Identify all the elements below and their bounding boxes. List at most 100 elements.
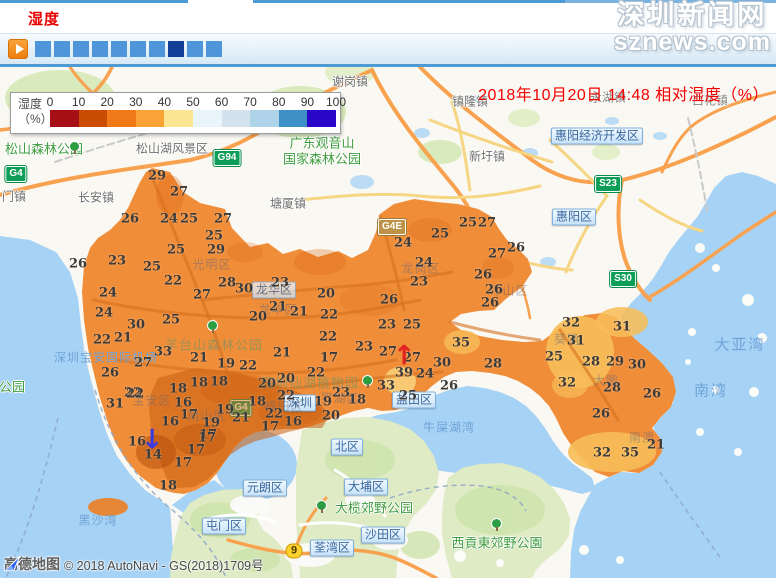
legend-tick: 30 <box>129 95 142 109</box>
humidity-value: 25 <box>167 243 185 258</box>
map-label-water-lg: 大亚湾 <box>714 334 765 355</box>
humidity-value: 32 <box>593 446 611 461</box>
legend-color-cell <box>193 110 222 127</box>
humidity-value: 24 <box>95 306 113 321</box>
map-copyright: © 2018 AutoNavi - GS(2018)1709号 <box>64 555 264 574</box>
map-canvas[interactable]: 松山湖风景区长安镇塘厦镇谢岗镇镇隆镇新圩镇永湖镇白花镇门镇松山森林公园广东观音山… <box>0 0 776 578</box>
humidity-value: 25 <box>459 216 477 231</box>
map-label-water: 黑沙湾 <box>78 512 117 529</box>
map-label-town: 长安镇 <box>78 189 114 206</box>
humidity-value: 20 <box>277 372 295 387</box>
humidity-value: 23 <box>355 340 373 355</box>
progress-segment-10[interactable] <box>206 41 222 57</box>
progress-segment-1[interactable] <box>35 41 51 57</box>
humidity-value: 30 <box>235 282 253 297</box>
humidity-value: 25 <box>162 313 180 328</box>
legend-color-cell <box>279 110 308 127</box>
humidity-value: 22 <box>126 387 144 402</box>
humidity-value: 27 <box>214 212 232 227</box>
humidity-value: 29 <box>606 355 624 370</box>
humidity-value: 17 <box>261 420 279 435</box>
progress-segment-7[interactable] <box>149 41 165 57</box>
weather-map-app: 松山湖风景区长安镇塘厦镇谢岗镇镇隆镇新圩镇永湖镇白花镇门镇松山森林公园广东观音山… <box>0 0 776 578</box>
humidity-value: 28 <box>582 355 600 370</box>
map-label-water: 牛屎湖湾 <box>423 419 475 436</box>
map-label-town: 松山湖风景区 <box>136 140 208 157</box>
humidity-value: 21 <box>647 438 665 453</box>
humidity-value: 21 <box>114 331 132 346</box>
map-label-park: 西貢東郊野公園 <box>451 533 542 552</box>
humidity-value: 26 <box>643 387 661 402</box>
header-topline <box>0 0 188 3</box>
header-topline <box>253 0 565 3</box>
page-title: 湿度 <box>28 8 60 29</box>
trend-arrow-up: ↑ <box>393 341 416 372</box>
humidity-value: 18 <box>348 393 366 408</box>
humidity-value: 30 <box>628 358 646 373</box>
humidity-value: 28 <box>484 357 502 372</box>
legend-color-cell <box>164 110 193 127</box>
humidity-value: 22 <box>320 308 338 323</box>
legend-tick: 100 <box>326 95 346 109</box>
humidity-value: 26 <box>507 241 525 256</box>
progress-segment-6[interactable] <box>130 41 146 57</box>
humidity-value: 19 <box>217 357 235 372</box>
humidity-value: 26 <box>69 257 87 272</box>
map-label-shield-b: G4E <box>378 219 406 235</box>
humidity-value: 27 <box>134 356 152 371</box>
progress-segment-9[interactable] <box>187 41 203 57</box>
map-label-shield-g: G94 <box>214 150 241 166</box>
legend-tick: 60 <box>215 95 228 109</box>
legend-color-cell <box>250 110 279 127</box>
humidity-value: 18 <box>210 375 228 390</box>
humidity-value: 24 <box>415 256 433 271</box>
amap-logo-icon <box>4 554 22 572</box>
map-label-town: 谢岗镇 <box>332 73 368 90</box>
map-label-town: 门镇 <box>2 188 26 205</box>
progress-segment-3[interactable] <box>73 41 89 57</box>
timestamp-label: 2018年10月20日 14:48 相对湿度（%） <box>478 81 769 105</box>
humidity-value: 23 <box>271 276 289 291</box>
humidity-value: 18 <box>248 395 266 410</box>
humidity-value: 26 <box>474 268 492 283</box>
humidity-value: 22 <box>277 389 295 404</box>
humidity-value: 17 <box>174 456 192 471</box>
humidity-value: 26 <box>592 407 610 422</box>
play-button[interactable] <box>8 39 28 59</box>
map-label-shield-g: S30 <box>610 271 636 287</box>
progress-segment-5[interactable] <box>111 41 127 57</box>
humidity-value: 20 <box>322 409 340 424</box>
progress-segment-8[interactable] <box>168 41 184 57</box>
map-label-park: 公园 <box>0 377 25 396</box>
progress-segment-4[interactable] <box>92 41 108 57</box>
map-attribution: 高德地图 © 2018 AutoNavi - GS(2018)1709号 <box>4 554 264 574</box>
legend-bar <box>50 110 336 127</box>
humidity-value: 20 <box>317 287 335 302</box>
humidity-value: 27 <box>478 216 496 231</box>
humidity-value: 26 <box>101 366 119 381</box>
humidity-value: 24 <box>416 367 434 382</box>
humidity-value: 22 <box>164 274 182 289</box>
legend-tick: 20 <box>101 95 114 109</box>
humidity-value: 16 <box>284 415 302 430</box>
humidity-value: 25 <box>143 260 161 275</box>
humidity-value: 28 <box>603 381 621 396</box>
map-label-box: 屯门区 <box>202 518 246 535</box>
humidity-value: 26 <box>380 293 398 308</box>
map-label-box: 惠阳区 <box>552 209 596 226</box>
humidity-value: 21 <box>273 346 291 361</box>
map-label-tree <box>491 519 503 531</box>
legend-color-cell <box>307 110 336 127</box>
humidity-value: 20 <box>249 310 267 325</box>
legend-color-cell <box>50 110 79 127</box>
humidity-value: 26 <box>481 296 499 311</box>
humidity-value: 22 <box>307 366 325 381</box>
humidity-value: 27 <box>193 288 211 303</box>
humidity-value: 24 <box>160 212 178 227</box>
humidity-value: 35 <box>452 336 470 351</box>
humidity-value: 25 <box>399 389 417 404</box>
humidity-value: 22 <box>319 330 337 345</box>
progress-segment-2[interactable] <box>54 41 70 57</box>
map-label-box: 荃湾区 <box>310 540 354 557</box>
legend-tick: 90 <box>301 95 314 109</box>
